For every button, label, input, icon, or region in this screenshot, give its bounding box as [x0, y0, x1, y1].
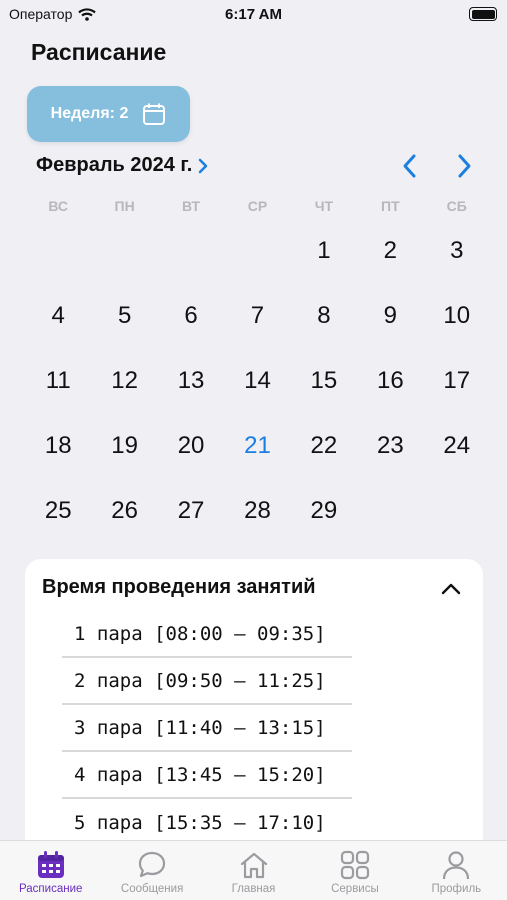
calendar-day [224, 218, 290, 283]
tab-bar: Расписание Сообщения Главная Сервисы Про… [0, 840, 507, 900]
weekday-label: ПН [114, 198, 135, 214]
calendar-day[interactable]: 26 [91, 478, 157, 543]
weekday-label: СБ [446, 198, 467, 214]
home-icon [240, 852, 267, 879]
status-bar: Оператор 6:17 AM [0, 0, 507, 30]
calendar-day [25, 218, 91, 283]
week-button-label: Неделя: 2 [50, 105, 129, 122]
calendar-icon [143, 103, 166, 125]
calendar-day[interactable]: 25 [25, 478, 91, 543]
tab-label: Расписание [19, 883, 83, 895]
calendar-day[interactable]: 4 [25, 283, 91, 348]
battery-icon [469, 7, 497, 21]
calendar-day[interactable]: 22 [291, 413, 357, 478]
weekday-label: ЧТ [314, 198, 334, 214]
month-picker[interactable]: Февраль 2024 г. [36, 154, 208, 177]
calendar-week: 1 2 3 [25, 218, 490, 283]
weekday-label: СР [247, 198, 268, 214]
calendar-day[interactable]: 18 [25, 413, 91, 478]
calendar-day[interactable]: 23 [357, 413, 423, 478]
calendar-day[interactable]: 12 [91, 348, 157, 413]
message-icon [139, 851, 166, 878]
calendar-week: 25 26 27 28 29 [25, 478, 490, 543]
tab-label: Профиль [431, 883, 482, 895]
calendar-day[interactable]: 3 [424, 218, 490, 283]
tab-home[interactable]: Главная [203, 841, 304, 900]
calendar-day[interactable]: 17 [424, 348, 490, 413]
class-times-card: Время проведения занятий 1 пара [08:00 –… [25, 559, 483, 859]
period-item: 3 пара [11:40 – 13:15] [62, 705, 352, 752]
tab-label: Сообщения [120, 883, 184, 895]
tab-label: Главная [231, 883, 276, 895]
period-item: 1 пара [08:00 – 09:35] [62, 611, 352, 658]
tab-services[interactable]: Сервисы [304, 841, 405, 900]
weekday-label: ВТ [181, 198, 201, 214]
calendar-day [158, 218, 224, 283]
week-selector-button[interactable]: Неделя: 2 [27, 86, 190, 142]
person-icon [443, 851, 470, 880]
class-times-title: Время проведения занятий [42, 576, 316, 598]
weekday-header: ВС ПН ВТ СР ЧТ ПТ СБ [25, 198, 490, 214]
calendar-day[interactable]: 16 [357, 348, 423, 413]
chevron-up-icon[interactable] [441, 581, 461, 597]
next-month-button[interactable] [452, 152, 476, 180]
status-time: 6:17 AM [225, 6, 282, 23]
period-item: 5 пара [15:35 – 17:10] [74, 811, 326, 834]
calendar-day[interactable]: 8 [291, 283, 357, 348]
previous-month-button[interactable] [398, 152, 422, 180]
period-list: 1 пара [08:00 – 09:35] 2 пара [09:50 – 1… [62, 611, 352, 846]
calendar-day[interactable]: 15 [291, 348, 357, 413]
chevron-right-icon [199, 158, 208, 173]
calendar-day[interactable]: 11 [25, 348, 91, 413]
calendar-grid: 1 2 3 4 5 6 7 8 9 10 11 12 13 14 15 16 1… [25, 218, 490, 543]
month-label: Февраль 2024 г. [36, 154, 193, 176]
weekday-label: ПТ [381, 198, 400, 214]
period-item: 2 пара [09:50 – 11:25] [62, 658, 352, 705]
calendar-day[interactable]: 14 [224, 348, 290, 413]
calendar-day[interactable]: 6 [158, 283, 224, 348]
calendar-day[interactable]: 7 [224, 283, 290, 348]
calendar-week: 11 12 13 14 15 16 17 [25, 348, 490, 413]
tab-label: Сервисы [331, 883, 379, 895]
calendar-day-today[interactable]: 21 [224, 413, 290, 478]
calendar-day[interactable]: 9 [357, 283, 423, 348]
weekday-label: ВС [48, 198, 69, 214]
calendar-day[interactable]: 27 [158, 478, 224, 543]
calendar-day[interactable]: 28 [224, 478, 290, 543]
grid-icon [340, 850, 370, 880]
calendar-week: 18 19 20 21 22 23 24 [25, 413, 490, 478]
calendar-day [357, 478, 423, 543]
calendar-day[interactable]: 20 [158, 413, 224, 478]
calendar-day[interactable]: 5 [91, 283, 157, 348]
calendar-day[interactable]: 29 [291, 478, 357, 543]
tab-messages[interactable]: Сообщения [101, 841, 202, 900]
calendar-day [91, 218, 157, 283]
tab-profile[interactable]: Профиль [406, 841, 507, 900]
calendar-icon [37, 851, 64, 878]
calendar-day[interactable]: 24 [424, 413, 490, 478]
calendar-day[interactable]: 1 [291, 218, 357, 283]
calendar-day[interactable]: 10 [424, 283, 490, 348]
period-item: 4 пара [13:45 – 15:20] [62, 752, 352, 799]
tab-schedule[interactable]: Расписание [0, 841, 101, 900]
calendar-day[interactable]: 13 [158, 348, 224, 413]
calendar-day[interactable]: 19 [91, 413, 157, 478]
calendar-day[interactable]: 2 [357, 218, 423, 283]
page-title: Расписание [31, 39, 167, 65]
calendar-day [424, 478, 490, 543]
calendar-week: 4 5 6 7 8 9 10 [25, 283, 490, 348]
